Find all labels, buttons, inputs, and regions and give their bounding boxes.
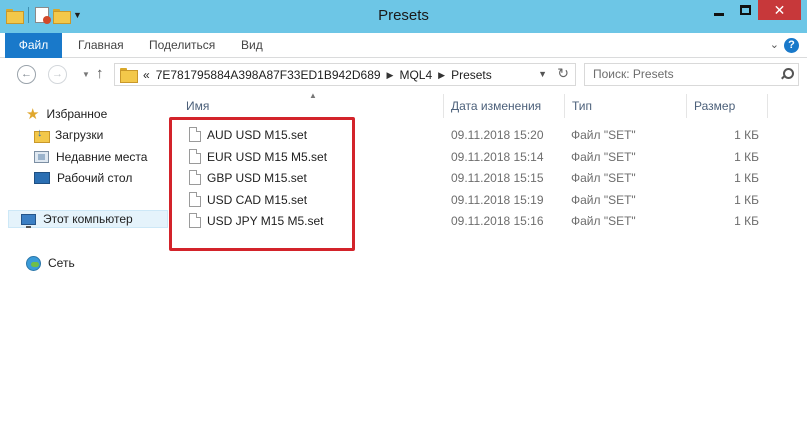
forward-button[interactable]: → <box>48 65 67 84</box>
breadcrumb-arrow-icon[interactable]: ▶ <box>438 70 445 81</box>
tab-home[interactable]: Главная <box>78 33 124 58</box>
nav-item-label: Недавние места <box>56 150 148 164</box>
highlight-frame <box>169 117 355 251</box>
nav-item-label: Этот компьютер <box>43 212 133 226</box>
window-title: Presets <box>378 7 429 24</box>
nav-item-downloads[interactable]: Загрузки <box>34 126 103 144</box>
window-controls: ✕ <box>706 0 801 20</box>
breadcrumb-item[interactable]: 7E781795884A398A87F33ED1B942D689 <box>156 68 381 82</box>
column-header-date[interactable]: Дата изменения <box>451 94 561 118</box>
back-button[interactable]: ← <box>17 65 36 84</box>
file-type: Файл "SET" <box>571 128 636 142</box>
ribbon: Файл Главная Поделиться Вид ⌄ ? <box>0 33 807 58</box>
address-row: ← → ▼ ↑ « 7E781795884A398A87F33ED1B942D6… <box>0 58 807 91</box>
maximize-icon <box>739 5 751 15</box>
breadcrumb-overflow[interactable]: « <box>143 68 150 82</box>
title-bar: ▼ Presets ✕ <box>0 0 807 33</box>
column-header-name[interactable]: Имя <box>186 94 440 118</box>
maximize-button[interactable] <box>732 0 758 20</box>
column-divider[interactable] <box>767 94 768 118</box>
nav-item-label: Рабочий стол <box>57 171 133 185</box>
column-divider[interactable] <box>443 94 444 118</box>
column-divider[interactable] <box>564 94 565 118</box>
address-bar[interactable]: « 7E781795884A398A87F33ED1B942D689 ▶ MQL… <box>114 63 576 86</box>
up-arrow-icon[interactable]: ↑ <box>96 65 104 82</box>
file-date: 09.11.2018 15:20 <box>451 128 544 142</box>
search-icon[interactable] <box>780 68 794 80</box>
star-icon: ★ <box>26 105 40 123</box>
computer-icon <box>21 213 36 228</box>
close-button[interactable]: ✕ <box>758 0 801 20</box>
search-input[interactable] <box>593 67 768 81</box>
nav-item-favorites[interactable]: ★ Избранное <box>26 105 107 123</box>
recent-places-icon <box>34 151 49 163</box>
minimize-button[interactable] <box>706 0 732 20</box>
nav-item-this-pc[interactable]: Этот компьютер <box>8 210 168 228</box>
column-header-size[interactable]: Размер <box>694 94 764 118</box>
tab-share[interactable]: Поделиться <box>149 33 215 58</box>
downloads-folder-icon <box>34 127 50 143</box>
network-icon <box>26 255 41 271</box>
tab-file[interactable]: Файл <box>5 33 62 58</box>
nav-item-label: Сеть <box>48 256 75 270</box>
breadcrumb-arrow-icon[interactable]: ▶ <box>387 70 394 81</box>
nav-item-label: Загрузки <box>55 128 104 142</box>
breadcrumb: « 7E781795884A398A87F33ED1B942D689 ▶ MQL… <box>143 68 492 82</box>
file-type: Файл "SET" <box>571 193 636 207</box>
column-header-type[interactable]: Тип <box>572 94 682 118</box>
file-size: 1 КБ <box>734 214 759 228</box>
file-size: 1 КБ <box>734 128 759 142</box>
file-type: Файл "SET" <box>571 150 636 164</box>
refresh-icon[interactable]: ↻ <box>557 65 569 82</box>
tab-view[interactable]: Вид <box>241 33 263 58</box>
nav-item-label: Избранное <box>46 107 108 121</box>
file-type: Файл "SET" <box>571 214 636 228</box>
file-date: 09.11.2018 15:14 <box>451 150 544 164</box>
expand-ribbon-chevron-icon[interactable]: ⌄ <box>770 38 779 51</box>
help-icon[interactable]: ? <box>784 38 799 53</box>
nav-item-recent-places[interactable]: Недавние места <box>34 148 147 166</box>
navigation-pane: ★ Избранное Загрузки Недавние места Рабо… <box>0 91 168 446</box>
breadcrumb-item[interactable]: Presets <box>451 68 492 82</box>
minimize-icon <box>714 12 724 16</box>
file-type: Файл "SET" <box>571 171 636 185</box>
recent-locations-chevron-icon[interactable]: ▼ <box>82 70 90 79</box>
file-size: 1 КБ <box>734 171 759 185</box>
desktop-icon <box>34 172 50 184</box>
file-size: 1 КБ <box>734 150 759 164</box>
nav-item-network[interactable]: Сеть <box>26 254 75 272</box>
file-date: 09.11.2018 15:15 <box>451 171 544 185</box>
address-history-chevron-icon[interactable]: ▼ <box>538 69 547 79</box>
folder-icon <box>120 68 138 83</box>
breadcrumb-item[interactable]: MQL4 <box>399 68 432 82</box>
nav-item-desktop[interactable]: Рабочий стол <box>34 169 132 187</box>
file-date: 09.11.2018 15:19 <box>451 193 544 207</box>
file-date: 09.11.2018 15:16 <box>451 214 544 228</box>
file-size: 1 КБ <box>734 193 759 207</box>
column-divider[interactable] <box>686 94 687 118</box>
search-box[interactable] <box>584 63 799 86</box>
